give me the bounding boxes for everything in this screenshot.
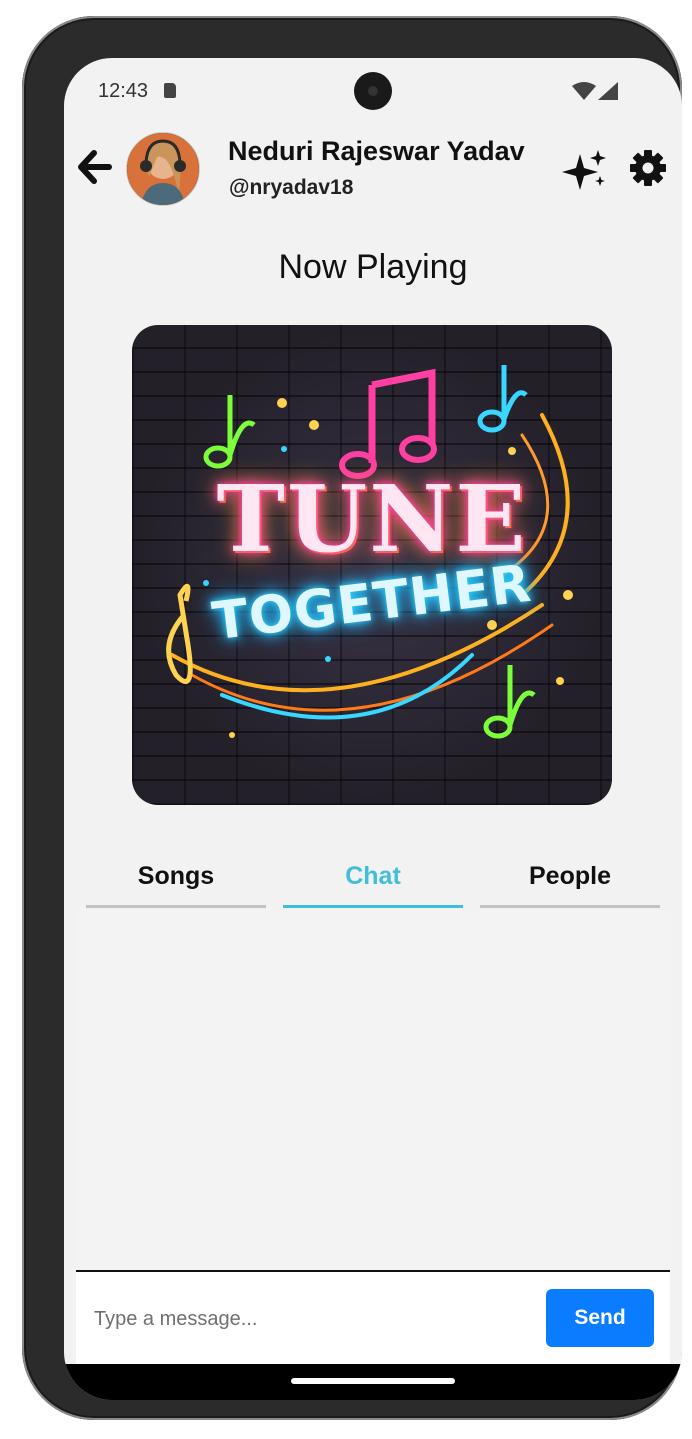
front-camera (354, 72, 392, 110)
tab-chat-label: Chat (345, 862, 401, 890)
app-screen: 12:43 Neduri Rajeswar Yadav @nryadav18 N… (64, 58, 682, 1400)
music-note-icon (339, 368, 437, 479)
tab-chat[interactable]: Chat (283, 858, 463, 908)
album-art[interactable]: TUNE TOGETHER (132, 325, 612, 805)
tab-bar: Songs Chat People (86, 858, 660, 908)
message-input[interactable] (92, 1290, 536, 1348)
system-nav-bar (64, 1364, 682, 1400)
gear-icon[interactable] (630, 150, 666, 186)
user-name: Neduri Rajeswar Yadav (228, 136, 525, 166)
status-time: 12:43 (98, 80, 149, 102)
arrow-left-icon[interactable] (78, 150, 112, 184)
tab-people-label: People (529, 862, 611, 890)
user-handle: @nryadav18 (229, 176, 354, 199)
chat-messages-area[interactable] (76, 910, 670, 1272)
cell-signal-icon (598, 82, 618, 100)
now-playing-title: Now Playing (278, 248, 468, 286)
wifi-icon (572, 82, 596, 100)
sd-card-icon (164, 83, 176, 98)
profile-header: Neduri Rajeswar Yadav @nryadav18 (64, 128, 682, 218)
tab-songs-label: Songs (137, 862, 215, 890)
tab-songs[interactable]: Songs (86, 858, 266, 908)
home-indicator[interactable] (291, 1378, 455, 1384)
status-bar: 12:43 (64, 58, 682, 124)
sparkles-icon[interactable] (562, 150, 608, 190)
tab-songs-underline (86, 905, 266, 908)
send-button[interactable]: Send (546, 1289, 654, 1347)
message-composer: Send (76, 1272, 670, 1364)
tab-people[interactable]: People (480, 858, 660, 908)
avatar[interactable] (126, 132, 200, 206)
phone-frame: 12:43 Neduri Rajeswar Yadav @nryadav18 N… (22, 16, 682, 1420)
tab-people-underline (480, 905, 660, 908)
tab-chat-underline (283, 905, 463, 908)
avatar-image (127, 133, 199, 205)
